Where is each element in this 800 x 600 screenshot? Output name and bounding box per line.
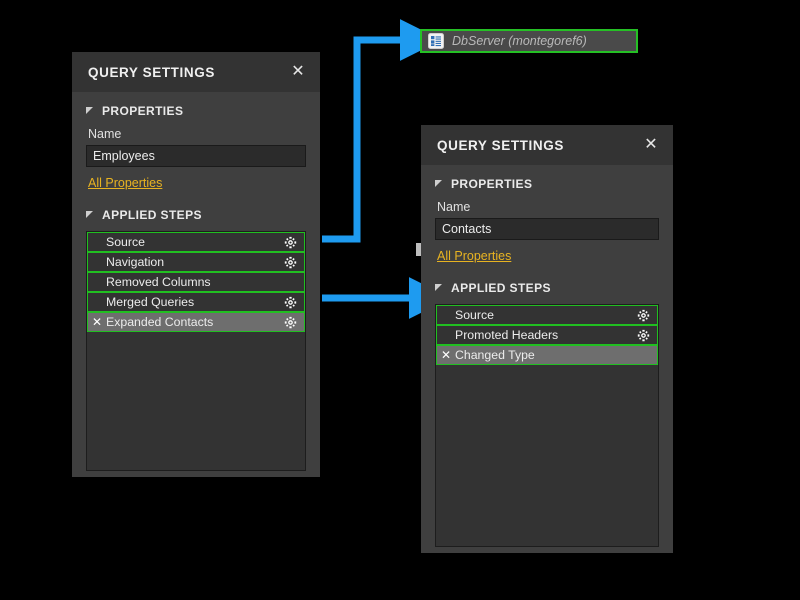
panel-header-employees: QUERY SETTINGS ✕	[72, 52, 320, 92]
applied-step-label: Expanded Contacts	[106, 315, 284, 329]
page-title-employees: QUERY SETTINGS	[88, 65, 215, 80]
applied-steps-section-label: APPLIED STEPS	[102, 208, 202, 222]
chevron-collapse-icon	[435, 284, 444, 293]
applied-steps-section-header-employees[interactable]: APPLIED STEPS	[86, 208, 306, 222]
applied-step-label: Removed Columns	[106, 275, 284, 289]
applied-steps-section-header-contacts[interactable]: APPLIED STEPS	[435, 281, 659, 295]
name-field-label: Name	[437, 200, 659, 214]
all-properties-link-contacts[interactable]: All Properties	[437, 249, 511, 263]
properties-section-label: PROPERTIES	[102, 104, 183, 118]
properties-section-header-contacts[interactable]: PROPERTIES	[435, 177, 659, 191]
delete-step-icon[interactable]: ✕	[88, 316, 106, 328]
gear-icon[interactable]	[284, 296, 297, 309]
applied-step-row[interactable]: ✕Changed Type	[436, 345, 658, 365]
applied-step-label: Promoted Headers	[455, 328, 637, 342]
gear-icon[interactable]	[637, 329, 650, 342]
panel-header-contacts: QUERY SETTINGS ✕	[421, 125, 673, 165]
close-icon[interactable]: ✕	[290, 64, 306, 80]
applied-steps-list-contacts: ✕Source✕Promoted Headers✕Changed Type	[435, 304, 659, 547]
source-to-dbserver-arrow	[322, 40, 404, 239]
applied-step-row[interactable]: ✕Source	[436, 305, 658, 325]
panel-body-employees: PROPERTIES Name All Properties APPLIED S…	[72, 92, 320, 471]
properties-section-header-employees[interactable]: PROPERTIES	[86, 104, 306, 118]
applied-step-row[interactable]: ✕Source	[87, 232, 305, 252]
close-icon[interactable]: ✕	[643, 137, 659, 153]
all-properties-link-employees[interactable]: All Properties	[88, 176, 162, 190]
panel-scroll-nub[interactable]	[416, 243, 421, 256]
query-settings-panel-employees: QUERY SETTINGS ✕ PROPERTIES Name All Pro…	[72, 52, 320, 477]
applied-steps-list-employees: ✕Source✕Navigation✕Removed Columns✕Merge…	[86, 231, 306, 471]
applied-step-row[interactable]: ✕Merged Queries	[87, 292, 305, 312]
name-input-employees[interactable]	[86, 145, 306, 167]
applied-step-row[interactable]: ✕Expanded Contacts	[87, 312, 305, 332]
query-settings-panel-contacts: QUERY SETTINGS ✕ PROPERTIES Name All Pro…	[421, 125, 673, 553]
gear-icon[interactable]	[284, 236, 297, 249]
properties-section-label: PROPERTIES	[451, 177, 532, 191]
delete-step-icon[interactable]: ✕	[437, 349, 455, 361]
applied-step-row[interactable]: ✕Removed Columns	[87, 272, 305, 292]
applied-step-label: Source	[455, 308, 637, 322]
applied-step-label: Source	[106, 235, 284, 249]
name-field-label: Name	[88, 127, 306, 141]
dbserver-chip[interactable]: DbServer (montegoref6)	[420, 29, 638, 53]
applied-step-label: Changed Type	[455, 348, 637, 362]
applied-step-row[interactable]: ✕Navigation	[87, 252, 305, 272]
panel-body-contacts: PROPERTIES Name All Properties APPLIED S…	[421, 165, 673, 547]
gear-icon[interactable]	[637, 309, 650, 322]
chevron-collapse-icon	[86, 107, 95, 116]
database-server-icon	[428, 33, 444, 49]
chevron-collapse-icon	[86, 211, 95, 220]
gear-icon[interactable]	[284, 256, 297, 269]
applied-step-label: Navigation	[106, 255, 284, 269]
dbserver-label: DbServer (montegoref6)	[452, 34, 587, 48]
applied-step-label: Merged Queries	[106, 295, 284, 309]
name-input-contacts[interactable]	[435, 218, 659, 240]
applied-step-row[interactable]: ✕Promoted Headers	[436, 325, 658, 345]
applied-steps-section-label: APPLIED STEPS	[451, 281, 551, 295]
page-title-contacts: QUERY SETTINGS	[437, 138, 564, 153]
chevron-collapse-icon	[435, 180, 444, 189]
gear-icon[interactable]	[284, 316, 297, 329]
